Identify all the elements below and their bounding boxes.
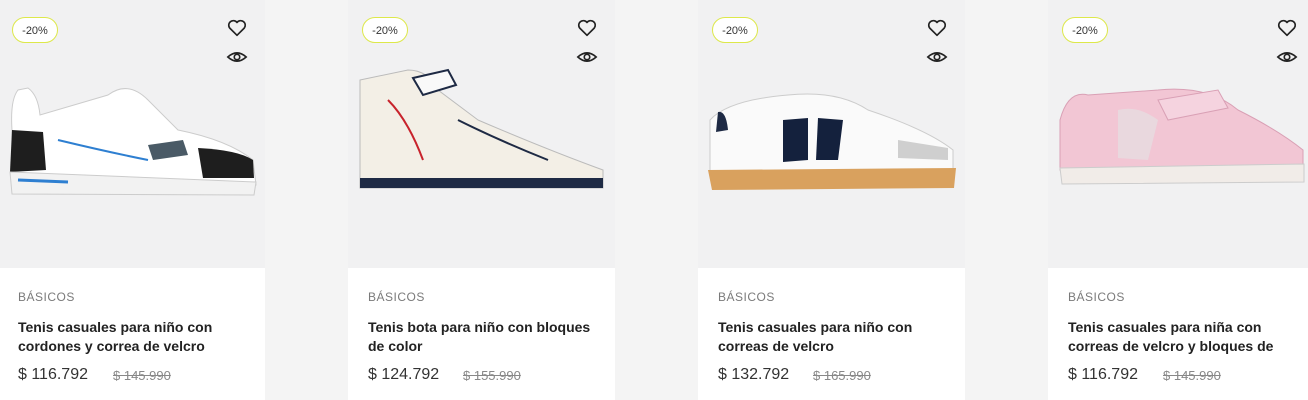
product-card[interactable]: -20% BÁSICOS Tenis casuales para niño co… — [698, 0, 965, 400]
product-price: $ 124.792 — [368, 366, 440, 383]
product-title[interactable]: Tenis bota para niño con bloques de colo… — [368, 318, 598, 356]
product-image[interactable] — [0, 60, 265, 210]
eye-icon[interactable] — [576, 46, 598, 68]
product-card[interactable]: -20% BÁSICOS Tenis casuales para niño co… — [0, 0, 265, 400]
heart-icon[interactable] — [576, 17, 598, 39]
product-image[interactable] — [1048, 60, 1308, 210]
product-image-area[interactable]: -20% — [698, 0, 965, 268]
product-category: BÁSICOS — [718, 290, 775, 304]
product-image[interactable] — [348, 60, 615, 210]
eye-icon[interactable] — [1276, 46, 1298, 68]
product-image[interactable] — [698, 60, 965, 210]
product-price: $ 116.792 — [18, 366, 88, 383]
heart-icon[interactable] — [226, 17, 248, 39]
product-price: $ 132.792 — [718, 366, 790, 383]
product-category: BÁSICOS — [1068, 290, 1125, 304]
product-image-area[interactable]: -20% — [348, 0, 615, 268]
heart-icon[interactable] — [926, 17, 948, 39]
heart-icon[interactable] — [1276, 17, 1298, 39]
product-old-price: $ 155.990 — [463, 368, 521, 383]
discount-badge: -20% — [1062, 17, 1108, 43]
product-title[interactable]: Tenis casuales para niño con cordones y … — [18, 318, 248, 356]
discount-badge: -20% — [362, 17, 408, 43]
product-card[interactable]: -20% BÁSICOS Tenis casuales para niña co… — [1048, 0, 1308, 400]
product-title[interactable]: Tenis casuales para niña con correas de … — [1068, 318, 1298, 356]
product-card[interactable]: -20% BÁSICOS Tenis bota para niño con bl… — [348, 0, 615, 400]
eye-icon[interactable] — [226, 46, 248, 68]
product-category: BÁSICOS — [18, 290, 75, 304]
product-old-price: $ 145.990 — [1163, 368, 1221, 383]
product-title[interactable]: Tenis casuales para niño con correas de … — [718, 318, 948, 356]
product-category: BÁSICOS — [368, 290, 425, 304]
discount-badge: -20% — [12, 17, 58, 43]
discount-badge: -20% — [712, 17, 758, 43]
product-old-price: $ 145.990 — [113, 368, 171, 383]
product-old-price: $ 165.990 — [813, 368, 871, 383]
eye-icon[interactable] — [926, 46, 948, 68]
product-price: $ 116.792 — [1068, 366, 1138, 383]
product-image-area[interactable]: -20% — [1048, 0, 1308, 268]
product-image-area[interactable]: -20% — [0, 0, 265, 268]
